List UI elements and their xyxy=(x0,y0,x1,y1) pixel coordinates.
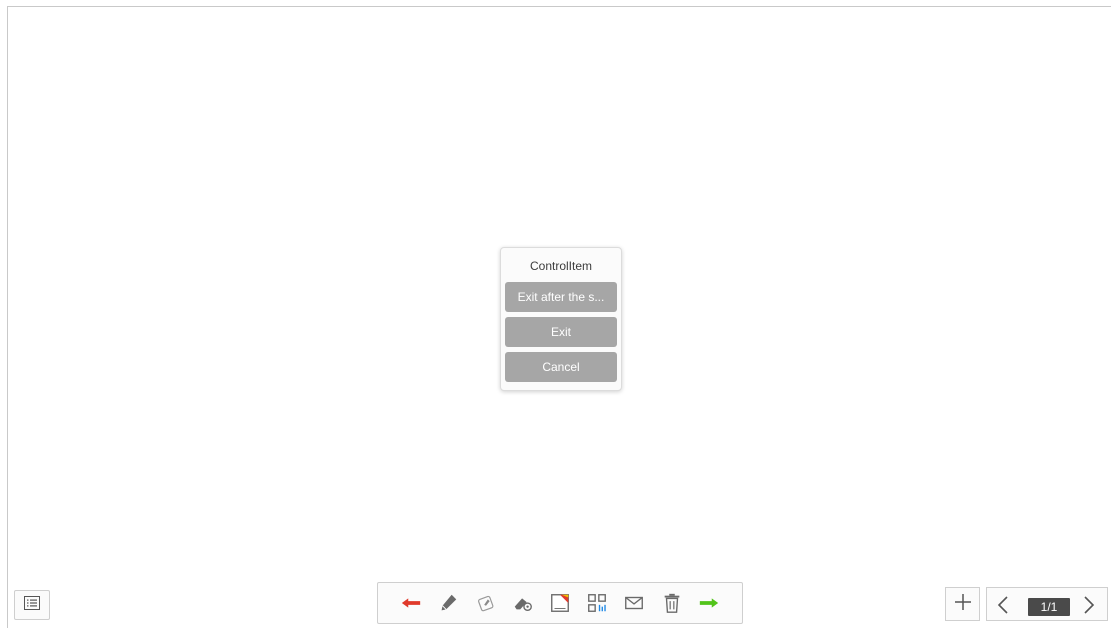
background-color-icon[interactable] xyxy=(548,591,572,615)
dialog-title: ControlItem xyxy=(529,259,593,273)
pen-icon[interactable] xyxy=(436,591,460,615)
exit-after-save-button[interactable]: Exit after the s... xyxy=(505,282,617,312)
redo-arrow-icon[interactable] xyxy=(697,591,721,615)
trash-icon[interactable] xyxy=(660,591,684,615)
page-navigator: 1/1 xyxy=(986,587,1108,621)
bottom-toolbar xyxy=(377,582,743,624)
cancel-button[interactable]: Cancel xyxy=(505,352,617,382)
eraser-settings-icon[interactable] xyxy=(511,591,535,615)
highlighter-icon[interactable] xyxy=(474,591,498,615)
page-list-button[interactable] xyxy=(14,590,50,620)
exit-button[interactable]: Exit xyxy=(505,317,617,347)
page-indicator: 1/1 xyxy=(1028,598,1070,616)
control-item-dialog: ControlItem Exit after the s... Exit Can… xyxy=(500,247,622,391)
plus-icon xyxy=(954,593,972,616)
list-icon xyxy=(24,595,40,615)
undo-arrow-icon[interactable] xyxy=(399,591,423,615)
mail-icon[interactable] xyxy=(622,591,646,615)
add-page-button[interactable] xyxy=(945,587,980,621)
chevron-left-icon[interactable] xyxy=(993,594,1015,616)
chevron-right-icon[interactable] xyxy=(1077,594,1099,616)
qr-code-icon[interactable] xyxy=(585,591,609,615)
